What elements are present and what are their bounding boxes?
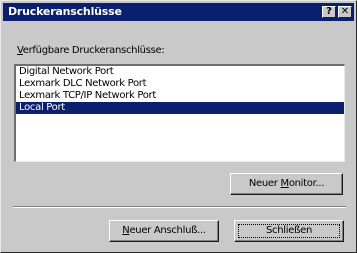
list-item[interactable]: Local Port — [16, 102, 344, 114]
list-item[interactable]: Digital Network Port — [16, 66, 344, 78]
title-bar[interactable]: Druckeranschlüsse ? ✕ — [3, 3, 354, 21]
ports-listbox[interactable]: Digital Network Port Lexmark DLC Network… — [14, 64, 345, 162]
new-port-label-after: euer Anschluß... — [129, 225, 206, 236]
close-button[interactable]: Schließen — [234, 220, 344, 242]
printer-ports-dialog: Druckeranschlüsse ? ✕ Verfügbare Drucker… — [0, 0, 357, 253]
new-monitor-label-after: onitor... — [288, 178, 325, 189]
separator — [13, 206, 346, 208]
new-monitor-label-before: Neuer — [248, 178, 281, 189]
new-port-button[interactable]: Neuer Anschluß... — [109, 220, 219, 242]
available-ports-label-text: erfügbare Druckeranschlüsse: — [22, 45, 165, 56]
close-icon[interactable]: ✕ — [338, 6, 352, 18]
window-title: Druckeranschlüsse — [8, 5, 122, 18]
list-item[interactable]: Lexmark TCP/IP Network Port — [16, 90, 344, 102]
available-ports-label: Verfügbare Druckeranschlüsse: — [17, 45, 165, 56]
list-item[interactable]: Lexmark DLC Network Port — [16, 78, 344, 90]
new-monitor-button[interactable]: Neuer Monitor... — [230, 173, 343, 195]
close-button-label: Schließen — [266, 225, 312, 236]
new-monitor-label-mnemonic: M — [280, 178, 289, 189]
help-icon[interactable]: ? — [322, 6, 336, 18]
